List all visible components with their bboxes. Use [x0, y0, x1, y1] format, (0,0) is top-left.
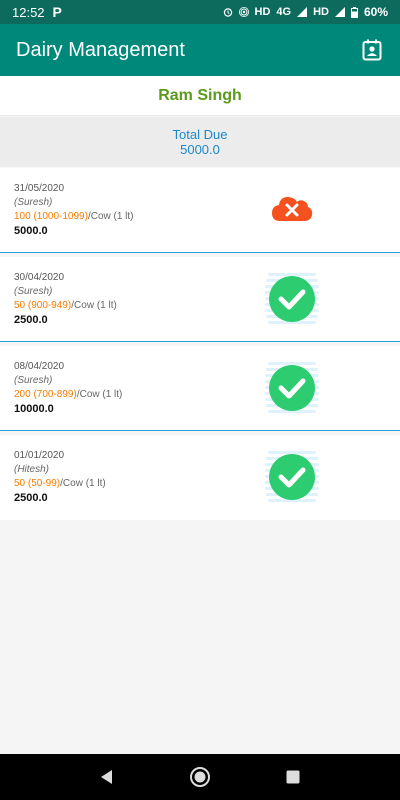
entry-unit: /Cow (1 lt) — [60, 478, 106, 489]
entry-amount: 2500.0 — [14, 492, 48, 504]
network-hd-label: HD — [254, 6, 271, 18]
entry-amount: 2500.0 — [14, 314, 48, 326]
signal-icon-2 — [334, 7, 345, 17]
entry-quantity-range: 50 (900-949) — [14, 300, 72, 311]
list-item[interactable]: 01/01/2020 (Hitesh) 50 (50-99)/Cow (1 lt… — [0, 435, 400, 520]
entry-date: 01/01/2020 — [14, 450, 65, 461]
calendar-contact-icon — [362, 39, 382, 61]
system-nav-bar — [0, 754, 400, 800]
entry-quantity-range: 200 (700-899) — [14, 389, 77, 400]
entry-agent: (Hitesh) — [14, 464, 50, 475]
entry-agent: (Suresh) — [14, 197, 53, 208]
entry-agent: (Suresh) — [14, 375, 53, 386]
total-due-amount: 5000.0 — [180, 142, 220, 157]
status-indicators: HD 4G HD 60% — [223, 5, 388, 19]
status-bar: 12:52 P HD 4G HD 60% — [0, 0, 400, 24]
battery-icon — [350, 6, 358, 18]
home-circle-icon — [189, 767, 210, 787]
network-4g-label: 4G — [276, 6, 292, 18]
recents-button[interactable] — [273, 757, 313, 797]
entry-unit: /Cow (1 lt) — [87, 211, 134, 222]
home-button[interactable] — [180, 757, 220, 797]
entry-amount: 10000.0 — [14, 403, 54, 415]
recents-square-icon — [286, 770, 300, 784]
total-due-label: Total Due — [172, 127, 228, 142]
entry-quantity: 200 (700-899)/Cow (1 lt) — [14, 388, 386, 402]
customer-header: Ram Singh — [0, 76, 400, 116]
entry-unit: /Cow (1 lt) — [71, 300, 117, 311]
entry-date: 30/04/2020 — [14, 272, 65, 283]
app-title: Dairy Management — [16, 38, 185, 61]
payment-list: 31/05/2020 (Suresh) 100 (1000-1099)/Cow … — [0, 168, 400, 524]
paid-check-icon[interactable] — [262, 358, 322, 418]
list-item[interactable]: 31/05/2020 (Suresh) 100 (1000-1099)/Cow … — [0, 168, 400, 253]
paid-check-icon[interactable] — [262, 447, 322, 507]
calendar-contact-button[interactable] — [360, 38, 384, 62]
entry-date: 31/05/2020 — [14, 183, 65, 194]
status-time: 12:52 — [12, 4, 45, 20]
network-hd2-label: HD — [313, 6, 329, 18]
parking-app-icon: P — [52, 4, 62, 20]
entry-quantity-range: 50 (50-99) — [14, 478, 61, 489]
customer-name: Ram Singh — [158, 86, 242, 104]
entry-agent: (Suresh) — [14, 286, 53, 297]
paid-check-icon[interactable] — [262, 269, 322, 329]
cloud-error-icon[interactable] — [262, 188, 322, 232]
entry-quantity: 50 (50-99)/Cow (1 lt) — [14, 477, 386, 491]
total-due-panel: Total Due 5000.0 — [0, 117, 400, 167]
entry-date: 08/04/2020 — [14, 361, 65, 372]
entry-unit: /Cow (1 lt) — [76, 389, 123, 400]
back-triangle-icon — [100, 770, 112, 784]
list-item[interactable]: 08/04/2020 (Suresh) 200 (700-899)/Cow (1… — [0, 346, 400, 431]
entry-quantity: 50 (900-949)/Cow (1 lt) — [14, 299, 386, 313]
entry-quantity: 100 (1000-1099)/Cow (1 lt) — [14, 210, 386, 224]
entry-quantity-range: 100 (1000-1099) — [14, 211, 88, 222]
entry-amount: 5000.0 — [14, 225, 48, 237]
signal-icon — [297, 7, 308, 17]
hotspot-icon — [238, 7, 249, 17]
battery-level: 60% — [363, 5, 388, 19]
back-button[interactable] — [87, 757, 127, 797]
list-item[interactable]: 30/04/2020 (Suresh) 50 (900-949)/Cow (1 … — [0, 257, 400, 342]
alarm-icon — [223, 8, 232, 17]
app-bar: Dairy Management — [0, 24, 400, 76]
